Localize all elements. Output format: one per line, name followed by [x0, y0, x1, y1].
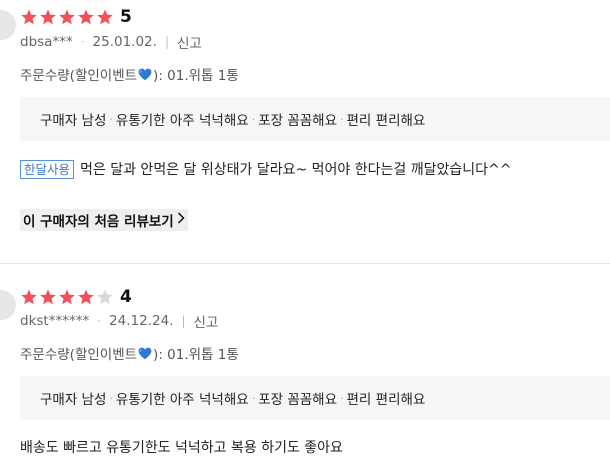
star-icon: [97, 9, 113, 25]
reviewer-id: dkst******: [20, 313, 90, 329]
rating-score: 5: [120, 7, 132, 27]
review-content: 배송도 빠르고 유통기한도 넉넉하고 복용 하기도 좋아요: [20, 436, 343, 458]
rating: 4: [20, 286, 132, 308]
star-rating: [20, 288, 114, 306]
review-content: 한달사용 먹은 달과 안먹은 달 위상태가 달라요~ 먹어야 한다는걸 깨달았습…: [20, 158, 511, 180]
star-icon: [78, 9, 94, 25]
review-meta: dkst****** · 24.12.24. | 신고: [20, 311, 219, 331]
tag: 편리 편리해요: [346, 392, 426, 408]
review-date: 24.12.24.: [109, 313, 174, 329]
tag: 편리 편리해요: [346, 113, 426, 129]
tag-list: 구매자 남성 · 유통기한 아주 넉넉해요 · 포장 꼼꼼해요 · 편리 편리해…: [20, 109, 426, 130]
star-icon: [97, 289, 113, 305]
meta-separator: |: [164, 35, 169, 49]
meta-separator: |: [181, 314, 186, 328]
tag-separator: ·: [340, 391, 344, 405]
report-button[interactable]: 신고: [194, 311, 219, 331]
order-option-suffix: ): 01.위톱 1통: [153, 68, 239, 84]
tag: 구매자 남성: [40, 392, 107, 408]
star-rating: [20, 8, 114, 26]
first-review-link[interactable]: 이 구매자의 처음 리뷰보기: [20, 209, 188, 231]
tag: 유통기한 아주 넉넉해요: [115, 113, 249, 129]
order-option-prefix: 주문수량(할인이벤트: [20, 347, 138, 363]
star-icon: [40, 289, 56, 305]
reviewer-id: dbsa***: [20, 34, 73, 50]
blue-heart-icon: [138, 68, 152, 80]
chevron-right-icon: [177, 212, 185, 228]
tag: 포장 꼼꼼해요: [258, 392, 338, 408]
tag-separator: ·: [251, 391, 256, 405]
tag: 유통기한 아주 넉넉해요: [115, 392, 249, 408]
blue-heart-icon: [138, 347, 152, 359]
review-tags: 구매자 남성 · 유통기한 아주 넉넉해요 · 포장 꼼꼼해요 · 편리 편리해…: [20, 97, 610, 141]
tag-separator: ·: [251, 112, 256, 126]
report-button[interactable]: 신고: [177, 32, 202, 52]
star-icon: [40, 9, 56, 25]
tag: 포장 꼼꼼해요: [258, 113, 338, 129]
meta-separator: ·: [97, 314, 102, 328]
star-icon: [78, 289, 94, 305]
tag-separator: ·: [340, 112, 344, 126]
star-icon: [21, 9, 37, 25]
review-text: 배송도 빠르고 유통기한도 넉넉하고 복용 하기도 좋아요: [20, 440, 343, 456]
review-date: 25.01.02.: [92, 34, 157, 50]
meta-separator: ·: [80, 35, 85, 49]
review-tags: 구매자 남성 · 유통기한 아주 넉넉해요 · 포장 꼼꼼해요 · 편리 편리해…: [20, 376, 610, 420]
review-text: 먹은 달과 안먹은 달 위상태가 달라요~ 먹어야 한다는걸 깨달았습니다^^: [80, 162, 512, 178]
star-icon: [21, 289, 37, 305]
star-icon: [59, 9, 75, 25]
review-meta: dbsa*** · 25.01.02. | 신고: [20, 32, 202, 52]
tag: 구매자 남성: [40, 113, 107, 129]
order-option: 주문수량(할인이벤트 ): 01.위톱 1통: [20, 65, 239, 84]
tag-list: 구매자 남성 · 유통기한 아주 넉넉해요 · 포장 꼼꼼해요 · 편리 편리해…: [20, 388, 426, 409]
order-option: 주문수량(할인이벤트 ): 01.위톱 1통: [20, 344, 239, 363]
usage-badge: 한달사용: [20, 159, 75, 179]
tag-separator: ·: [109, 391, 113, 405]
review-divider: [0, 263, 610, 264]
first-review-label: 이 구매자의 처음 리뷰보기: [23, 214, 174, 230]
avatar: [0, 10, 16, 40]
order-option-suffix: ): 01.위톱 1통: [153, 347, 239, 363]
avatar: [0, 290, 16, 320]
star-icon: [59, 289, 75, 305]
order-option-prefix: 주문수량(할인이벤트: [20, 68, 138, 84]
rating-score: 4: [120, 287, 132, 307]
tag-separator: ·: [109, 112, 113, 126]
rating: 5: [20, 6, 132, 28]
